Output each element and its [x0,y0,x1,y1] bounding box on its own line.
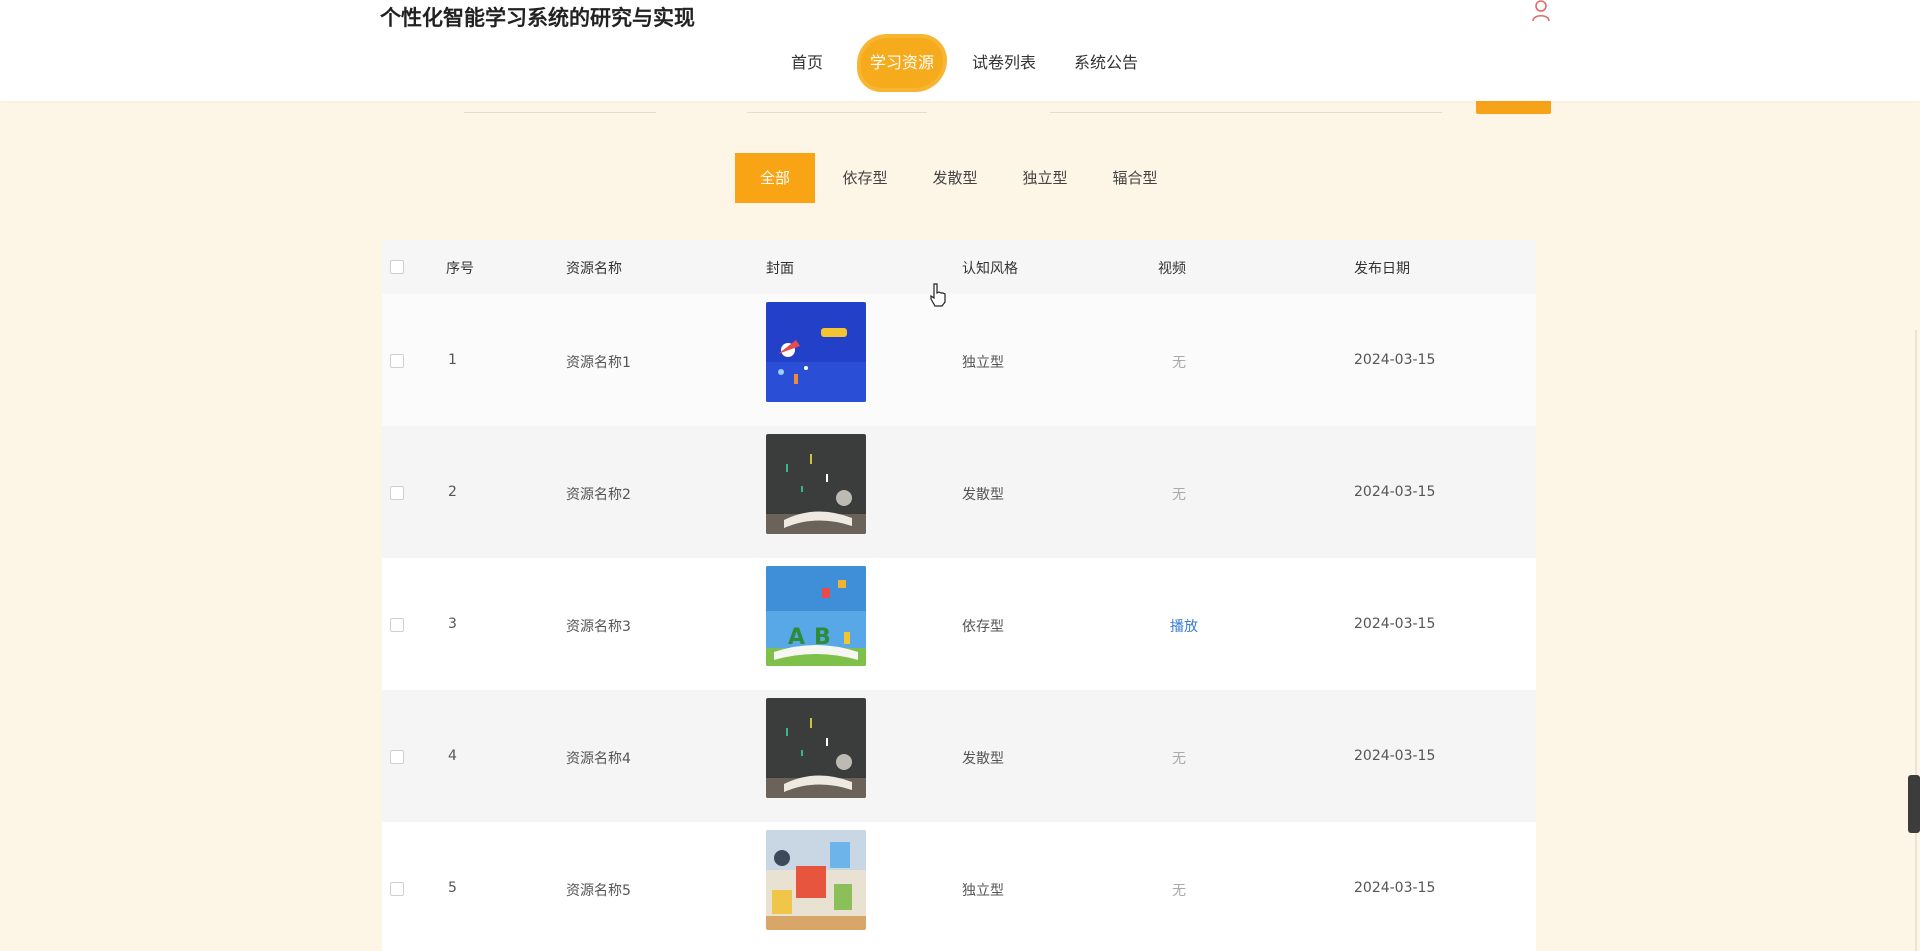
column-header-style: 认知风格 [962,261,1018,277]
table-row[interactable]: 3 资源名称3 A B 依存型 播放 2024-03-15 [382,558,1536,690]
video-none: 无 [1172,355,1186,371]
filter-tab-convergent[interactable]: 辐合型 [1103,153,1167,203]
search-input-style[interactable] [747,100,927,113]
row-checkbox[interactable] [390,750,404,764]
publish-date: 2024-03-15 [1354,484,1436,500]
nav-home[interactable]: 首页 [791,38,823,88]
cover-image-book-chalkboard[interactable] [766,698,866,798]
cover-image-book-chalkboard[interactable] [766,434,866,534]
cognitive-style: 发散型 [962,487,1004,503]
filter-tab-divergent[interactable]: 发散型 [923,153,987,203]
resource-name[interactable]: 资源名称3 [566,616,631,636]
filter-tab-independent[interactable]: 独立型 [1013,153,1077,203]
cognitive-style: 发散型 [962,751,1004,767]
row-index: 5 [448,880,457,896]
filter-tab-dependent[interactable]: 依存型 [833,153,897,203]
row-index: 1 [448,352,457,368]
table-row[interactable]: 2 资源名称2 发散型 无 2024-03-15 [382,426,1536,558]
row-index: 3 [448,616,457,632]
row-checkbox[interactable] [390,354,404,368]
svg-text:B: B [814,625,831,650]
resource-name[interactable]: 资源名称1 [566,352,631,372]
hand-pointer-icon [928,282,948,308]
cognitive-style: 独立型 [962,883,1004,899]
publish-date: 2024-03-15 [1354,616,1436,632]
site-header: 个性化智能学习系统的研究与实现 首页 学习资源 试卷列表 系统公告 [0,0,1920,101]
video-play-link[interactable]: 播放 [1170,616,1198,636]
column-header-name: 资源名称 [566,261,622,277]
scrollbar-thumb[interactable] [1908,775,1920,833]
cognitive-style: 依存型 [962,619,1004,635]
publish-date: 2024-03-15 [1354,352,1436,368]
select-all-checkbox[interactable] [390,260,404,274]
nav-exam-list[interactable]: 试卷列表 [972,38,1036,88]
resource-table: 序号 资源名称 封面 认知风格 视频 发布日期 1 资源名称1 独立型 无 20… [382,240,1536,951]
filter-tab-all[interactable]: 全部 [735,153,815,203]
scrollbar-track[interactable] [1915,330,1917,951]
site-title: 个性化智能学习系统的研究与实现 [380,6,695,30]
table-row[interactable]: 1 资源名称1 独立型 无 2024-03-15 [382,294,1536,426]
table-row[interactable]: 4 资源名称4 发散型 无 2024-03-15 [382,690,1536,822]
row-checkbox[interactable] [390,618,404,632]
table-header: 序号 资源名称 封面 认知风格 视频 发布日期 [382,240,1536,294]
column-header-video: 视频 [1158,261,1186,277]
publish-date: 2024-03-15 [1354,748,1436,764]
column-header-cover: 封面 [766,261,794,277]
search-button[interactable] [1476,101,1551,114]
cover-image-classroom[interactable] [766,830,866,930]
video-none: 无 [1172,487,1186,503]
column-header-date: 发布日期 [1354,261,1410,277]
svg-text:A: A [788,625,805,650]
row-checkbox[interactable] [390,486,404,500]
publish-date: 2024-03-15 [1354,880,1436,896]
nav-announcements[interactable]: 系统公告 [1074,38,1138,88]
row-index: 2 [448,484,457,500]
table-row[interactable]: 5 资源名称5 独立型 无 2024-03-15 [382,822,1536,951]
video-none: 无 [1172,883,1186,899]
row-index: 4 [448,748,457,764]
cover-image-space-rocket[interactable] [766,302,866,402]
user-icon[interactable] [1531,0,1551,22]
nav-learning-resources[interactable]: 学习资源 [861,38,943,88]
resource-name[interactable]: 资源名称2 [566,484,631,504]
search-input-keyword[interactable] [1050,100,1442,113]
resource-name[interactable]: 资源名称4 [566,748,631,768]
cover-image-abc-book[interactable]: A B [766,566,866,666]
search-input-name[interactable] [464,100,656,113]
row-checkbox[interactable] [390,882,404,896]
resource-name[interactable]: 资源名称5 [566,880,631,900]
cognitive-style: 独立型 [962,355,1004,371]
main-nav: 首页 学习资源 试卷列表 系统公告 [0,38,1920,88]
column-header-index: 序号 [446,261,474,277]
video-none: 无 [1172,751,1186,767]
